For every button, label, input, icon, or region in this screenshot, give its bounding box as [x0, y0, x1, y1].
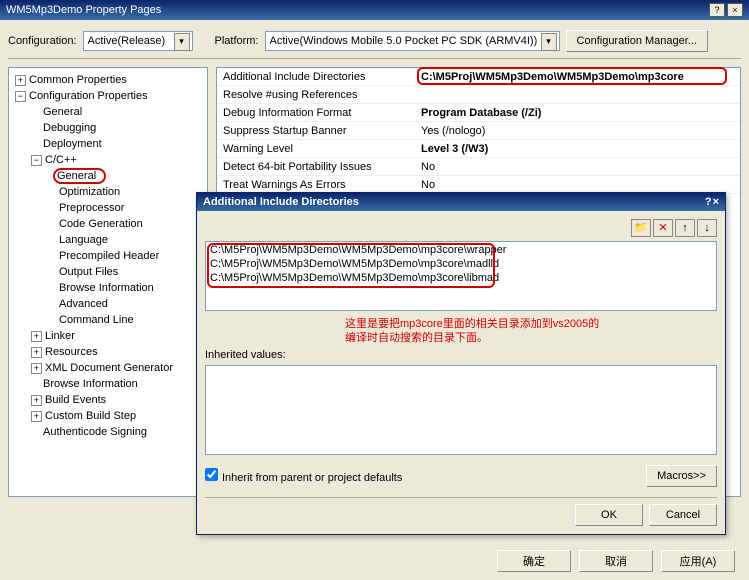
tree-item: Precompiled Header: [11, 248, 205, 264]
tree-item: Optimization: [11, 184, 205, 200]
inherit-checkbox[interactable]: Inherit from parent or project defaults: [205, 468, 402, 484]
main-footer: 确定 取消 应用(A): [497, 550, 735, 572]
macros-button[interactable]: Macros>>: [646, 465, 717, 487]
dialog-help-button[interactable]: ?: [705, 196, 712, 208]
include-dirs-dialog: Additional Include Directories ?× 📁 ✕ ↑ …: [196, 192, 726, 535]
platform-select[interactable]: Active(Windows Mobile 5.0 Pocket PC SDK …: [265, 31, 560, 51]
tree-item: Deployment: [11, 136, 205, 152]
close-button[interactable]: ×: [727, 3, 743, 17]
tree-item: Authenticode Signing: [11, 424, 205, 440]
ok-button[interactable]: 确定: [497, 550, 571, 572]
apply-button[interactable]: 应用(A): [661, 550, 735, 572]
tree-item: Language: [11, 232, 205, 248]
inherited-listbox[interactable]: [205, 365, 717, 455]
config-select[interactable]: Active(Release): [83, 31, 193, 51]
nav-tree[interactable]: +Common Properties −Configuration Proper…: [8, 67, 208, 497]
config-manager-button[interactable]: Configuration Manager...: [566, 30, 708, 52]
config-label: Configuration:: [8, 35, 77, 47]
cancel-button[interactable]: 取消: [579, 550, 653, 572]
folder-icon[interactable]: 📁: [631, 219, 651, 237]
dialog-title: Additional Include Directories: [203, 196, 359, 208]
window-title: WM5Mp3Demo Property Pages: [6, 4, 161, 16]
tree-item: Command Line: [11, 312, 205, 328]
tree-item: Output Files: [11, 264, 205, 280]
help-button[interactable]: ?: [709, 3, 725, 17]
titlebar: WM5Mp3Demo Property Pages ? ×: [0, 0, 749, 20]
platform-label: Platform:: [215, 35, 259, 47]
dialog-ok-button[interactable]: OK: [575, 504, 643, 526]
move-down-icon[interactable]: ↓: [697, 219, 717, 237]
tree-item: Code Generation: [11, 216, 205, 232]
tree-item: Debugging: [11, 120, 205, 136]
tree-item: Browse Information: [11, 376, 205, 392]
dialog-close-button[interactable]: ×: [713, 196, 719, 208]
annotation-text: 这里是要把mp3core里面的相关目录添加到vs2005的编译时自动搜索的目录下…: [345, 317, 717, 345]
paths-listbox[interactable]: C:\M5Proj\WM5Mp3Demo\WM5Mp3Demo\mp3core\…: [205, 241, 717, 311]
delete-icon[interactable]: ✕: [653, 219, 673, 237]
tree-item: Advanced: [11, 296, 205, 312]
tree-item: Browse Information: [11, 280, 205, 296]
tree-item: Preprocessor: [11, 200, 205, 216]
move-up-icon[interactable]: ↑: [675, 219, 695, 237]
highlight-box: [417, 67, 727, 85]
tree-item-general: General: [11, 168, 205, 184]
tree-item: General: [11, 104, 205, 120]
inherited-label: Inherited values:: [205, 349, 717, 361]
dialog-cancel-button[interactable]: Cancel: [649, 504, 717, 526]
config-row: Configuration: Active(Release) Platform:…: [0, 20, 749, 58]
